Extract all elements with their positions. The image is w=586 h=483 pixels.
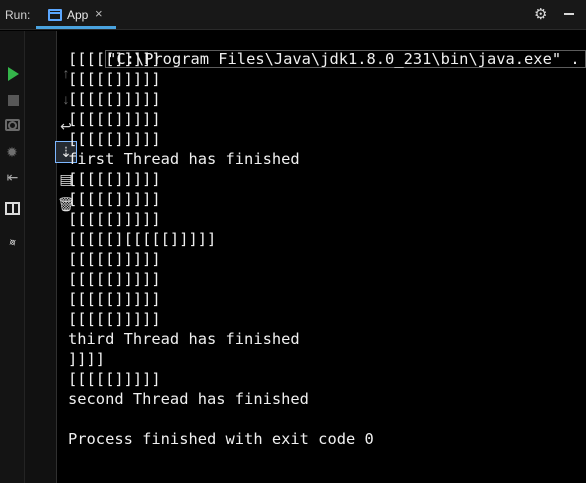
console-line: first Thread has finished	[68, 150, 300, 168]
exit-icon[interactable]: ⇤	[5, 169, 20, 185]
tab-app[interactable]: App ×	[36, 2, 116, 29]
minimize-icon[interactable]	[564, 13, 574, 15]
console-line: [[[[[][[[[[]]]]]	[68, 230, 217, 248]
console-line: [[[[[]]]]]	[68, 110, 161, 128]
gear-icon[interactable]: ⚙	[534, 5, 547, 23]
stop-icon[interactable]	[8, 95, 19, 106]
console-line: [[[[[]]]]]	[68, 290, 161, 308]
close-icon[interactable]: ×	[95, 6, 103, 21]
console-actions-toolbar: ↑ ↓ ↩ ⇣ ▤ 🗑	[25, 31, 77, 483]
console-line: [[[[[]]]]]	[68, 130, 161, 148]
console-line: [[[[[]]]]]	[68, 170, 161, 188]
console-line: Process finished with exit code 0	[68, 430, 374, 448]
pin-icon[interactable]: ⌖	[2, 231, 23, 253]
play-icon[interactable]	[6, 66, 20, 82]
console-line: [[[[[]]]]]	[68, 190, 161, 208]
console-line: [[[[[]]]]]	[68, 370, 161, 388]
layout-icon[interactable]	[5, 202, 20, 215]
console-line: [[[[[]]]]]	[68, 210, 161, 228]
console-line: ]]]]	[68, 350, 106, 368]
run-left-toolbar: ✹ ⇤ ⌖	[0, 31, 25, 483]
console-line: [[[[[]]]]]	[68, 250, 161, 268]
console-line: [[[[[]]]]]	[68, 90, 161, 108]
camera-icon[interactable]	[5, 119, 20, 131]
console-output[interactable]: "C:\Program Files\Java\jdk1.8.0_231\bin\…	[68, 29, 586, 483]
console-line: [[[[[]]]]]	[68, 70, 161, 88]
console-line: second Thread has finished	[68, 390, 309, 408]
console-line: [[[[[]]]]]	[68, 270, 161, 288]
java-command: "C:\Program Files\Java\jdk1.8.0_231\bin\…	[105, 50, 586, 68]
bug-icon[interactable]: ✹	[5, 144, 19, 160]
command-line: "C:\Program Files\Java\jdk1.8.0_231\bin\…	[68, 29, 586, 68]
tab-label: App	[67, 8, 89, 22]
application-window-icon	[48, 9, 62, 21]
console-line: third Thread has finished	[68, 330, 300, 348]
run-toolbar-header: Run: App × ⚙	[0, 0, 586, 30]
console-line: [[[[[]]]]]	[68, 310, 161, 328]
run-label: Run:	[5, 8, 31, 22]
